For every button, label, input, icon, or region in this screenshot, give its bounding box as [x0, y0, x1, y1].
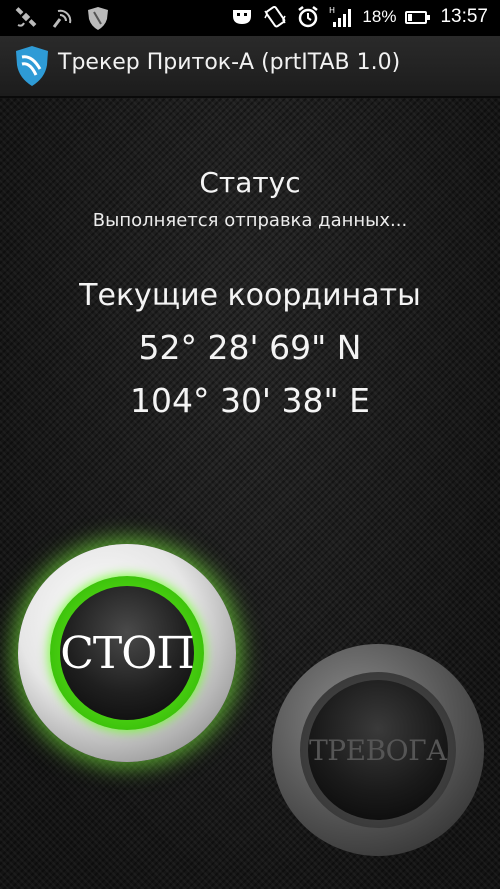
- app-logo-icon[interactable]: [14, 45, 50, 87]
- alarm-button-label: ТРЕВОГА: [309, 733, 447, 767]
- status-value: Выполняется отправка данных...: [92, 210, 408, 231]
- stop-button[interactable]: СТОП: [18, 544, 236, 762]
- battery-percent: 18%: [362, 7, 397, 26]
- usb-debug-icon: [233, 10, 252, 24]
- app-title: Трекер Приток-А (prtITAB 1.0): [58, 50, 401, 75]
- longitude-value: 104° 30' 38" E: [129, 381, 371, 420]
- svg-text:H: H: [329, 6, 335, 15]
- vibrate-icon: [264, 5, 287, 28]
- coordinates-label: Текущие координаты: [79, 278, 421, 313]
- app-title-bar: Трекер Приток-А (prtITAB 1.0): [0, 36, 500, 98]
- gps-signal-icon: [52, 9, 72, 28]
- satellite-icon: [15, 7, 37, 27]
- notification-icons: [14, 5, 110, 31]
- mobile-signal-icon: H: [329, 6, 352, 27]
- status-bar: H 18% 13:57: [0, 0, 500, 36]
- system-icons: H 18% 13:57: [230, 4, 488, 30]
- status-label: Статус: [199, 166, 301, 199]
- latitude-value: 52° 28' 69" N: [138, 328, 362, 367]
- main-panel: Статус Выполняется отправка данных... Те…: [0, 98, 500, 889]
- clock: 13:57: [440, 6, 488, 27]
- battery-fill: [408, 13, 412, 21]
- stop-button-face: СТОП: [60, 586, 195, 720]
- alarm-clock-icon: [298, 6, 319, 28]
- battery-icon: [405, 10, 431, 24]
- alarm-button[interactable]: ТРЕВОГА: [272, 644, 484, 856]
- stop-button-label: СТОП: [60, 627, 194, 679]
- shield-icon: [88, 7, 108, 30]
- alarm-button-face: ТРЕВОГА: [308, 680, 448, 820]
